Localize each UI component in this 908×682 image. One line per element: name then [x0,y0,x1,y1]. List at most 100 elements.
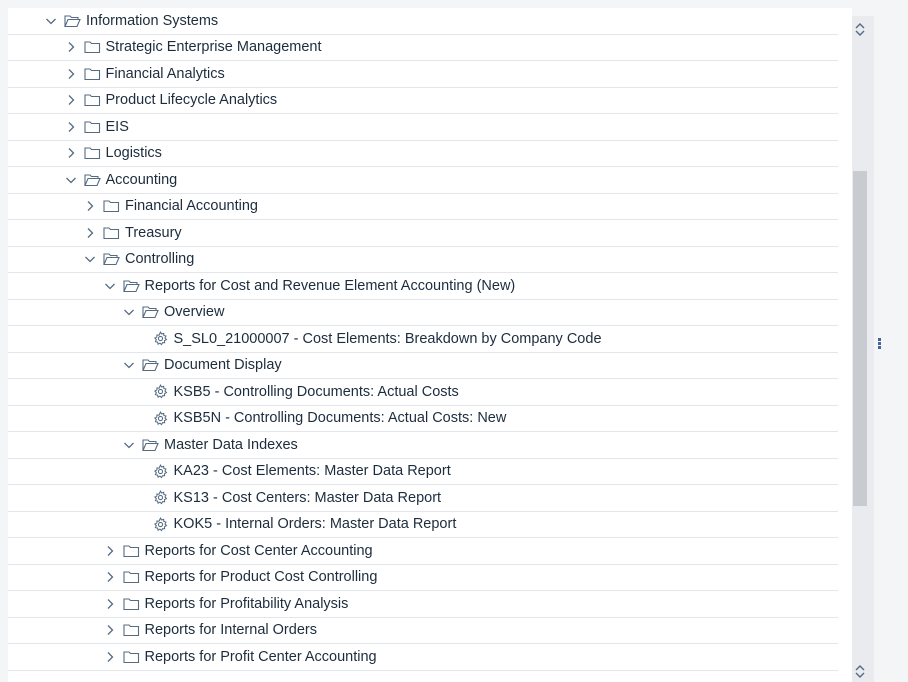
expand-chevron-right-icon[interactable] [63,39,79,55]
tree-node-label[interactable]: Strategic Enterprise Management [106,39,322,55]
expand-chevron-down-icon[interactable] [102,278,118,294]
menu-tree-panel: Information Systems Strategic Enterprise … [8,8,852,682]
tree-node-transaction[interactable]: KS13 - Cost Centers: Master Data Report [8,485,838,512]
tree-node-label[interactable]: Reports for Cost and Revenue Element Acc… [145,278,516,294]
transaction-gear-icon [153,410,169,426]
expand-chevron-down-icon[interactable] [63,172,79,188]
scroll-up-arrow-icon[interactable] [854,20,866,38]
folder-open-icon [64,14,81,28]
tree-node-folder[interactable]: Treasury [8,220,838,247]
expand-chevron-right-icon[interactable] [102,622,118,638]
expand-chevron-right-icon[interactable] [63,92,79,108]
tree-node-label[interactable]: Master Data Indexes [164,437,298,453]
tree-node-folder[interactable]: Financial Accounting [8,194,838,220]
menu-tree: Information Systems Strategic Enterprise … [8,8,838,671]
tree-node-folder[interactable]: Logistics [8,141,838,167]
folder-icon [122,570,140,584]
expand-chevron-down-icon[interactable] [121,304,137,320]
tree-node-transaction[interactable]: KSB5 - Controlling Documents: Actual Cos… [8,379,838,406]
splitter-handle-icon[interactable] [876,337,882,355]
tree-node-label[interactable]: Logistics [106,145,162,161]
expand-chevron-right-icon[interactable] [63,145,79,161]
tree-node-label[interactable]: KA23 - Cost Elements: Master Data Report [174,463,451,479]
tree-node-folder[interactable]: Reports for Cost Center Accounting [8,538,838,565]
expand-chevron-down-icon[interactable] [121,437,137,453]
folder-open-icon [142,358,159,372]
folder-icon [122,650,140,664]
tree-node-transaction[interactable]: KOK5 - Internal Orders: Master Data Repo… [8,512,838,538]
expand-chevron-down-icon[interactable] [121,357,137,373]
tree-node-label[interactable]: KS13 - Cost Centers: Master Data Report [174,490,442,506]
tree-node-folder[interactable]: EIS [8,114,838,141]
scrollbar-thumb[interactable] [853,171,867,506]
expand-chevron-down-icon[interactable] [82,251,98,267]
tree-node-folder[interactable]: Overview [8,300,838,326]
tree-node-label[interactable]: Reports for Internal Orders [145,622,317,638]
expand-chevron-right-icon[interactable] [82,225,98,241]
expand-chevron-right-icon[interactable] [102,596,118,612]
tree-node-label[interactable]: Information Systems [86,13,218,29]
folder-open-icon [142,305,159,319]
tree-node-transaction[interactable]: S_SL0_21000007 - Cost Elements: Breakdow… [8,326,838,353]
folder-icon [122,623,140,637]
tree-node-label[interactable]: Financial Analytics [106,66,225,82]
transaction-gear-icon [153,516,169,532]
tree-node-label[interactable]: Reports for Profitability Analysis [145,596,349,612]
tree-node-folder[interactable]: Reports for Profitability Analysis [8,591,838,618]
tree-node-folder[interactable]: Reports for Profit Center Accounting [8,644,838,671]
transaction-gear-icon [153,384,169,400]
folder-icon [103,199,120,213]
expand-chevron-right-icon[interactable] [63,66,79,82]
tree-node-label[interactable]: KSB5 - Controlling Documents: Actual Cos… [174,384,459,400]
folder-open-icon [83,173,101,187]
folder-icon [83,120,101,134]
tree-node-label[interactable]: Reports for Cost Center Accounting [145,543,373,559]
tree-node-folder[interactable]: Financial Analytics [8,61,838,88]
tree-node-folder[interactable]: Reports for Internal Orders [8,618,838,644]
tree-node-label[interactable]: Reports for Product Cost Controlling [145,569,378,585]
tree-node-label[interactable]: Financial Accounting [125,198,258,214]
folder-icon [83,67,101,81]
tree-node-label[interactable]: Reports for Profit Center Accounting [145,649,377,665]
tree-node-label[interactable]: EIS [106,119,129,135]
tree-node-transaction[interactable]: KSB5N - Controlling Documents: Actual Co… [8,406,838,432]
folder-icon [83,93,101,107]
folder-icon [122,544,140,558]
tree-node-label[interactable]: Accounting [106,172,178,188]
tree-node-folder[interactable]: Information Systems [8,8,838,35]
tree-node-label[interactable]: Overview [164,304,224,320]
folder-icon [122,597,140,611]
tree-node-folder[interactable]: Master Data Indexes [8,432,838,459]
vertical-scrollbar[interactable] [852,16,874,682]
tree-node-label[interactable]: S_SL0_21000007 - Cost Elements: Breakdow… [174,331,602,347]
folder-open-icon [122,279,140,293]
expand-chevron-right-icon[interactable] [102,649,118,665]
folder-open-icon [103,252,120,266]
tree-node-label[interactable]: Document Display [164,357,282,373]
tree-node-folder[interactable]: Reports for Cost and Revenue Element Acc… [8,273,838,300]
expand-chevron-right-icon[interactable] [102,543,118,559]
tree-node-label[interactable]: Product Lifecycle Analytics [106,92,278,108]
transaction-gear-icon [153,490,169,506]
tree-node-folder[interactable]: Controlling [8,247,838,273]
tree-node-folder[interactable]: Accounting [8,167,838,194]
tree-node-folder[interactable]: Strategic Enterprise Management [8,35,838,61]
tree-node-label[interactable]: KOK5 - Internal Orders: Master Data Repo… [174,516,457,532]
folder-open-icon [142,438,159,452]
tree-node-label[interactable]: Controlling [125,251,194,267]
expand-chevron-right-icon[interactable] [82,198,98,214]
scroll-down-arrow-icon[interactable] [854,662,866,680]
tree-node-label[interactable]: Treasury [125,225,182,241]
transaction-gear-icon [153,463,169,479]
tree-node-transaction[interactable]: KA23 - Cost Elements: Master Data Report [8,459,838,485]
folder-icon [103,226,120,240]
expand-chevron-right-icon[interactable] [63,119,79,135]
tree-node-folder[interactable]: Product Lifecycle Analytics [8,88,838,114]
expand-chevron-down-icon[interactable] [43,13,59,29]
tree-node-folder[interactable]: Reports for Product Cost Controlling [8,565,838,591]
tree-node-label[interactable]: KSB5N - Controlling Documents: Actual Co… [174,410,507,426]
tree-node-folder[interactable]: Document Display [8,353,838,379]
folder-icon [83,40,101,54]
expand-chevron-right-icon[interactable] [102,569,118,585]
folder-icon [83,146,101,160]
